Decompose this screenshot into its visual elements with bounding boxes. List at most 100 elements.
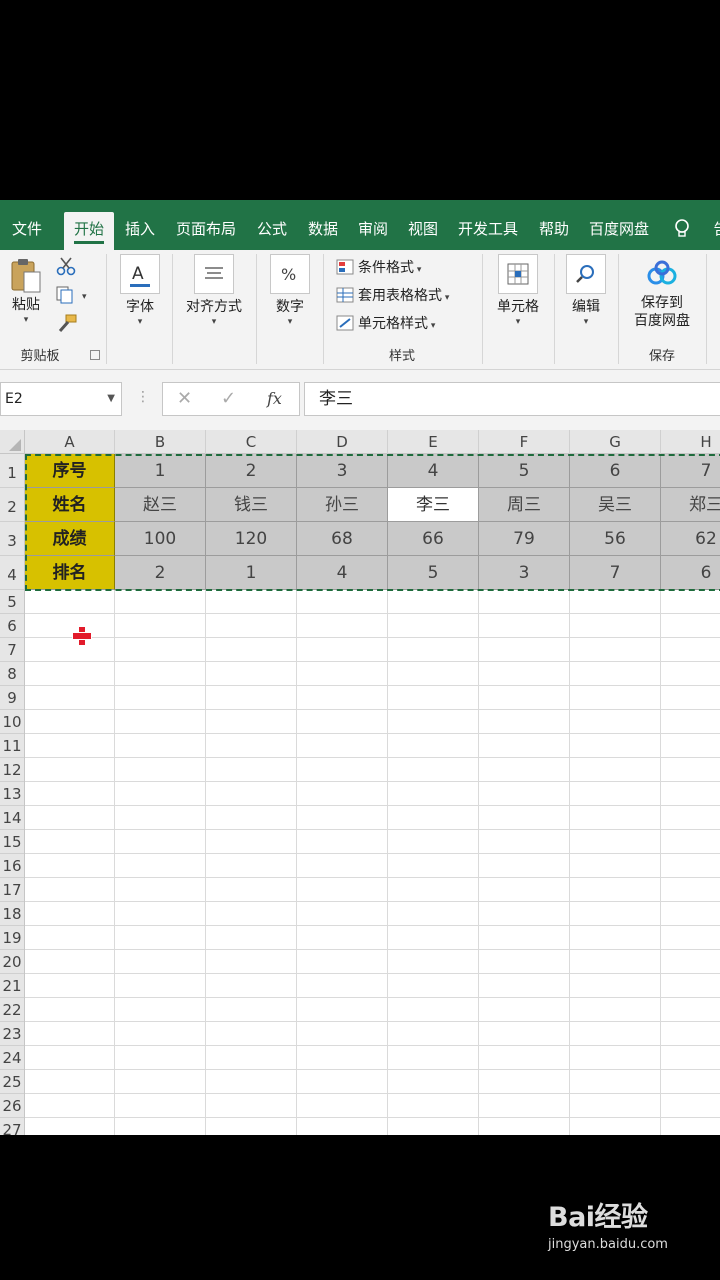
table-cell[interactable]: 1 [206,556,297,590]
table-cell[interactable]: 79 [479,522,570,556]
table-cell[interactable]: 62 [661,522,720,556]
table-cell[interactable]: 李三 [388,488,479,522]
tell-me-lightbulb-icon[interactable] [674,218,690,240]
table-cell[interactable]: 周三 [479,488,570,522]
cancel-icon[interactable]: ✕ [177,383,192,415]
row-header[interactable]: 21 [0,974,24,998]
row-header[interactable]: 9 [0,686,24,710]
row-header[interactable]: 13 [0,782,24,806]
table-cell[interactable]: 100 [115,522,206,556]
tab-9[interactable]: 帮助 [530,212,578,250]
table-cell[interactable]: 66 [388,522,479,556]
row-header[interactable]: 23 [0,1022,24,1046]
column-header[interactable]: G [570,430,661,454]
row-label-cell[interactable]: 排名 [25,556,115,590]
table-cell[interactable]: 5 [388,556,479,590]
tab-4[interactable]: 公式 [248,212,296,250]
table-cell[interactable]: 6 [661,556,720,590]
row-header[interactable]: 27 [0,1118,24,1135]
table-cell[interactable]: 7 [661,454,720,488]
table-cell[interactable]: 6 [570,454,661,488]
row-header[interactable]: 24 [0,1046,24,1070]
font-button[interactable]: A 字体 ▾ [118,254,162,328]
row-header[interactable]: 19 [0,926,24,950]
enter-icon[interactable]: ✓ [221,383,236,415]
format-painter-icon[interactable] [56,314,78,338]
copy-icon[interactable]: ▾ [56,286,90,308]
table-cell[interactable]: 4 [388,454,479,488]
row-header[interactable]: 16 [0,854,24,878]
table-cell[interactable]: 68 [297,522,388,556]
format-as-table-button[interactable]: 套用表格格式 ▾ [336,284,449,308]
row-header[interactable]: 26 [0,1094,24,1118]
table-cell[interactable]: 2 [115,556,206,590]
row-label-cell[interactable]: 姓名 [25,488,115,522]
table-cell[interactable]: 3 [297,454,388,488]
row-header[interactable]: 6 [0,614,24,638]
table-cell[interactable]: 1 [115,454,206,488]
column-header[interactable]: D [297,430,388,454]
number-button[interactable]: % 数字 ▾ [268,254,312,328]
column-header[interactable]: C [206,430,297,454]
row-header[interactable]: 4 [0,556,24,590]
column-header[interactable]: A [25,430,115,454]
table-cell[interactable]: 郑三 [661,488,720,522]
cells-button[interactable]: 单元格 ▾ [492,254,544,328]
row-header[interactable]: 7 [0,638,24,662]
row-header[interactable]: 11 [0,734,24,758]
table-cell[interactable]: 56 [570,522,661,556]
name-box[interactable]: E2 ▼ [0,382,122,416]
table-cell[interactable]: 4 [297,556,388,590]
table-cell[interactable]: 赵三 [115,488,206,522]
cut-icon[interactable] [56,256,76,280]
select-all-button[interactable] [0,430,25,454]
tab-10[interactable]: 百度网盘 [582,212,656,250]
table-cell[interactable]: 钱三 [206,488,297,522]
row-header[interactable]: 22 [0,998,24,1022]
table-cell[interactable]: 2 [206,454,297,488]
tab-1[interactable]: 开始 [64,212,114,250]
row-header[interactable]: 10 [0,710,24,734]
save-to-baidu-button[interactable]: 保存到 百度网盘 [626,254,698,330]
row-header[interactable]: 18 [0,902,24,926]
cell-area[interactable]: 序号 1 2 3 4 5 6 7 姓名 赵三 钱三 孙三 李三 周三 吴三 郑三 成绩 100 120 68 66 79 5… [25,454,720,1135]
cell-styles-button[interactable]: 单元格样式 ▾ [336,312,435,336]
tab-8[interactable]: 开发工具 [450,212,526,250]
row-header[interactable]: 2 [0,488,24,522]
table-cell[interactable]: 吴三 [570,488,661,522]
paste-button[interactable]: 粘贴 ▾ [6,256,46,326]
tab-5[interactable]: 数据 [300,212,346,250]
column-header[interactable]: F [479,430,570,454]
row-label-cell[interactable]: 序号 [25,454,115,488]
row-header[interactable]: 1 [0,454,24,488]
table-cell[interactable]: 120 [206,522,297,556]
alignment-button[interactable]: 对齐方式 ▾ [180,254,248,328]
table-cell[interactable]: 3 [479,556,570,590]
tab-3[interactable]: 页面布局 [168,212,244,250]
row-header[interactable]: 5 [0,590,24,614]
editing-button[interactable]: 编辑 ▾ [564,254,608,328]
row-header[interactable]: 17 [0,878,24,902]
row-header[interactable]: 14 [0,806,24,830]
row-header[interactable]: 25 [0,1070,24,1094]
row-header[interactable]: 8 [0,662,24,686]
formula-input[interactable]: 李三 [304,382,720,416]
row-label-cell[interactable]: 成绩 [25,522,115,556]
row-header[interactable]: 20 [0,950,24,974]
tab-7[interactable]: 视图 [400,212,446,250]
table-cell[interactable]: 5 [479,454,570,488]
column-header[interactable]: H [661,430,720,454]
clipboard-launcher-icon[interactable] [90,350,100,360]
row-header[interactable]: 3 [0,522,24,556]
tab-11[interactable]: 告 [706,212,720,250]
table-cell[interactable]: 孙三 [297,488,388,522]
conditional-format-button[interactable]: 条件格式 ▾ [336,256,421,280]
row-header[interactable]: 15 [0,830,24,854]
row-header[interactable]: 12 [0,758,24,782]
tab-2[interactable]: 插入 [116,212,164,250]
tab-0[interactable]: 文件 [4,212,50,250]
formula-bar-resize-handle[interactable]: ⋮ [136,390,150,404]
tab-6[interactable]: 审阅 [350,212,396,250]
column-header[interactable]: B [115,430,206,454]
name-box-dropdown-icon[interactable]: ▼ [107,383,115,415]
